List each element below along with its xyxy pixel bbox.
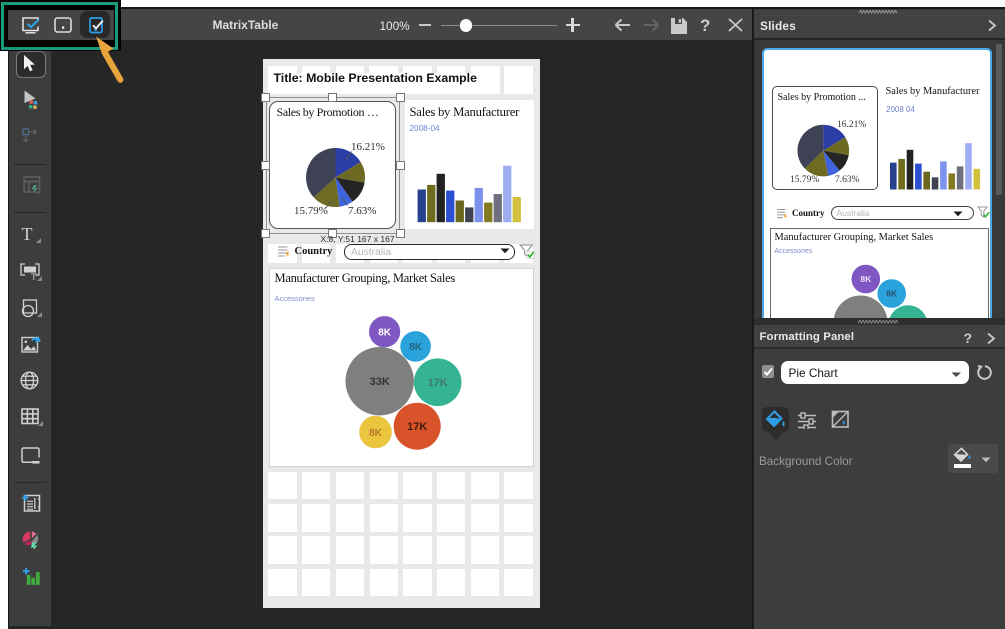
svg-text:8K: 8K bbox=[886, 289, 898, 299]
svg-text:17K: 17K bbox=[407, 421, 427, 433]
svg-text:8K: 8K bbox=[378, 327, 392, 338]
svg-text:33K: 33K bbox=[370, 376, 390, 388]
svg-text:17K: 17K bbox=[428, 377, 448, 389]
svg-text:8K: 8K bbox=[369, 428, 383, 439]
svg-text:8K: 8K bbox=[409, 342, 423, 353]
svg-text:8K: 8K bbox=[860, 274, 872, 284]
